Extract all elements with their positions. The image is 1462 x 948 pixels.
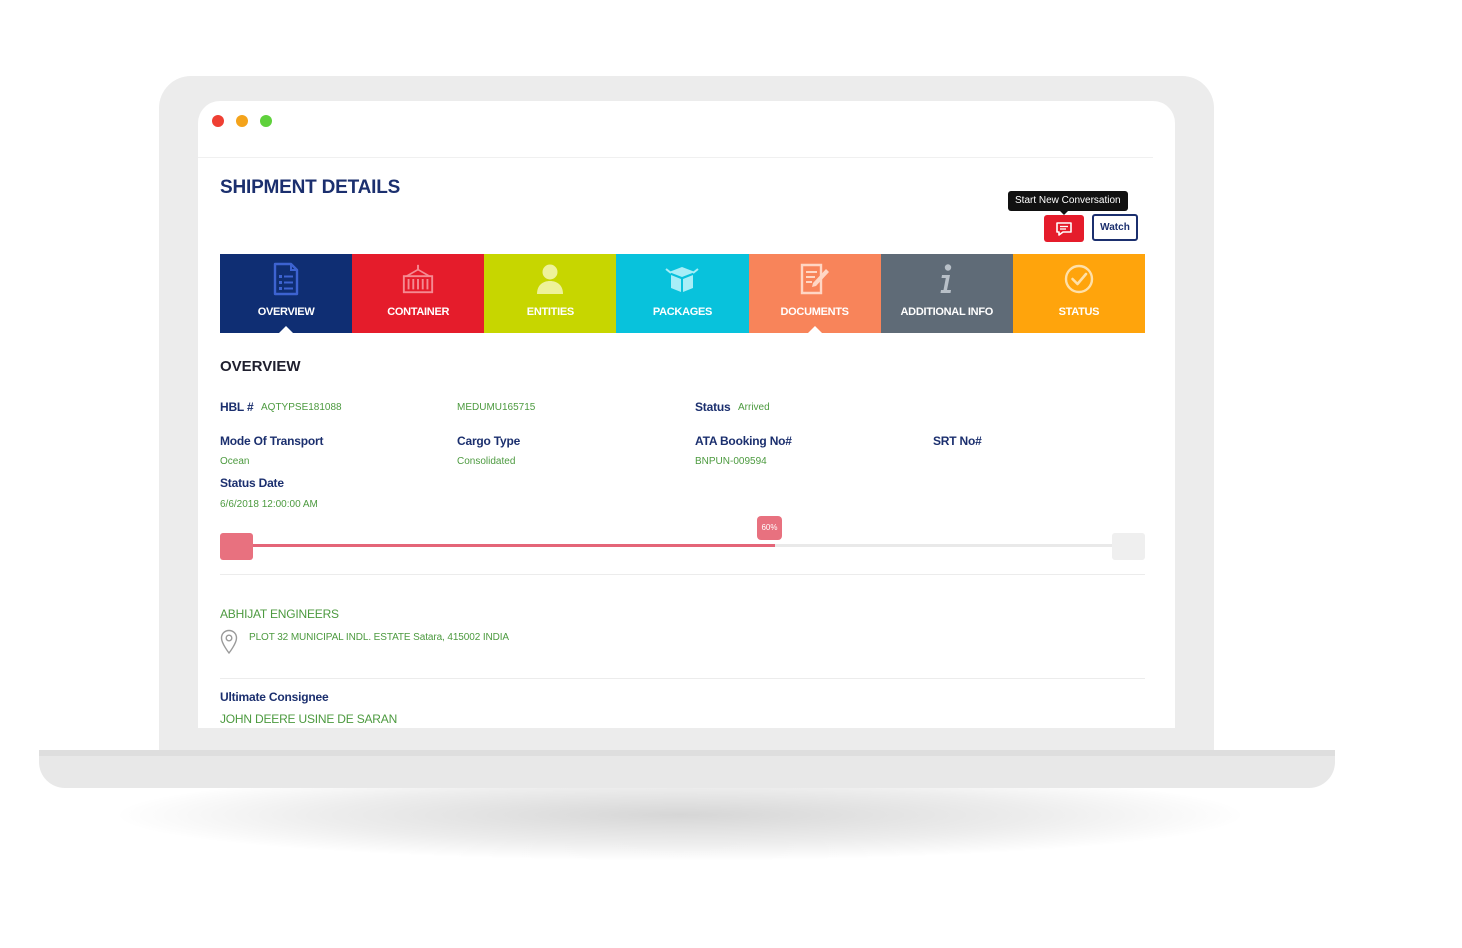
section-divider: [220, 574, 1145, 575]
cargo-type-label: Cargo Type: [457, 434, 521, 448]
progress-start-handle[interactable]: [220, 533, 253, 560]
tab-label: DOCUMENTS: [780, 306, 850, 318]
entity-name: ABHIJAT ENGINEERS: [220, 607, 339, 621]
mode-of-transport-value: Ocean: [220, 456, 250, 467]
watch-button[interactable]: Watch: [1092, 214, 1138, 241]
check-circle-icon: [1062, 262, 1096, 296]
tab-label: CONTAINER: [387, 306, 450, 318]
tab-label: ENTITIES: [526, 306, 574, 318]
entity-address: PLOT 32 MUNICIPAL INDL. ESTATE Satara, 4…: [249, 632, 510, 643]
status-value: Arrived: [738, 402, 770, 413]
status-date-label: Status Date: [220, 476, 284, 490]
tab-status[interactable]: STATUS: [1012, 254, 1145, 333]
tab-container[interactable]: CONTAINER: [352, 254, 485, 333]
topbar-divider: [198, 157, 1153, 158]
document-list-icon: [269, 262, 303, 296]
info-icon: [930, 262, 964, 296]
tab-entities[interactable]: ENTITIES: [484, 254, 617, 333]
close-window-button[interactable]: [212, 115, 224, 127]
srt-number-label: SRT No#: [933, 434, 982, 448]
status-label: Status: [695, 400, 731, 414]
cargo-type-value: Consolidated: [457, 456, 516, 467]
mode-of-transport-label: Mode Of Transport: [220, 434, 324, 448]
tab-additional-info[interactable]: ADDITIONAL INFO: [880, 254, 1013, 333]
location-pin-icon: [220, 629, 238, 655]
section-heading: OVERVIEW: [220, 358, 301, 375]
chat-icon: [1056, 221, 1072, 236]
user-icon: [533, 262, 567, 296]
progress-percent-badge: 60%: [757, 516, 782, 540]
tab-overview[interactable]: OVERVIEW: [220, 254, 353, 333]
tab-caret: [807, 326, 822, 333]
page-title: SHIPMENT DETAILS: [220, 177, 401, 198]
ata-booking-value: BNPUN-009594: [695, 456, 767, 467]
hbl-value: AQTYPSE181088: [261, 402, 342, 413]
active-tab-caret: [279, 326, 294, 333]
tab-documents[interactable]: DOCUMENTS: [748, 254, 881, 333]
tab-label: OVERVIEW: [257, 306, 315, 318]
progress-end-handle[interactable]: [1112, 533, 1145, 560]
tab-label: PACKAGES: [652, 306, 713, 318]
tab-label: ADDITIONAL INFO: [900, 306, 994, 318]
progress-fill: [220, 544, 775, 547]
container-icon: [401, 262, 435, 296]
progress-track: [220, 544, 1145, 547]
package-icon: [665, 262, 700, 296]
laptop-base-lip: [39, 750, 1335, 756]
start-conversation-button[interactable]: [1044, 215, 1084, 242]
ultimate-consignee-label: Ultimate Consignee: [220, 690, 329, 704]
tab-bar: OVERVIEW CONTAINER ENTITIES PACKAGES DOC…: [220, 254, 1145, 333]
section-divider: [220, 678, 1145, 679]
tab-label: STATUS: [1058, 306, 1100, 318]
ultimate-consignee-name: JOHN DEERE USINE DE SARAN: [220, 712, 398, 726]
tab-packages[interactable]: PACKAGES: [616, 254, 749, 333]
edit-document-icon: [798, 262, 832, 296]
minimize-window-button[interactable]: [236, 115, 248, 127]
ata-booking-label: ATA Booking No#: [695, 434, 792, 448]
app-window: SHIPMENT DETAILS Start New Conversation …: [198, 101, 1175, 728]
container-number-value: MEDUMU165715: [457, 402, 536, 413]
maximize-window-button[interactable]: [260, 115, 272, 127]
hbl-label: HBL #: [220, 400, 254, 414]
window-controls: [212, 115, 272, 127]
start-conversation-tooltip: Start New Conversation: [1008, 191, 1128, 211]
status-date-value: 6/6/2018 12:00:00 AM: [220, 499, 318, 510]
